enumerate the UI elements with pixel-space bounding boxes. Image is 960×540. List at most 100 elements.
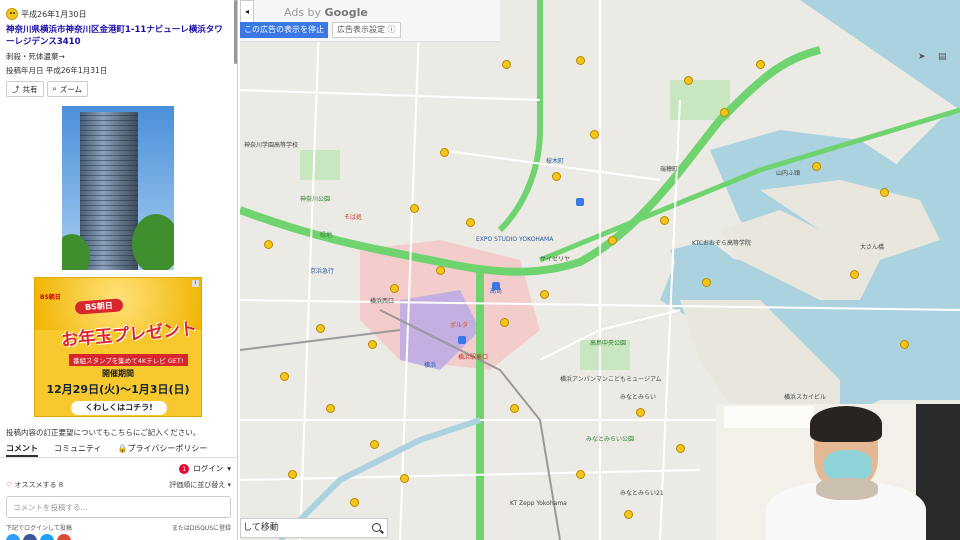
map-label-mizuho: 瑞穂町 [660, 166, 679, 173]
tab-community[interactable]: コミュニティ [54, 443, 102, 457]
incident-pin[interactable] [636, 408, 645, 417]
incident-pin[interactable] [288, 470, 297, 479]
map-label-yokohama: 横浜 [424, 362, 437, 369]
incident-pin[interactable] [264, 240, 273, 249]
incident-pin[interactable] [552, 172, 561, 181]
incident-pin[interactable] [590, 130, 599, 139]
disqus-icon[interactable] [6, 534, 20, 540]
incident-pin[interactable] [280, 372, 289, 381]
recommend-button[interactable]: ♡ オススメする 8 [6, 480, 63, 490]
incident-pin[interactable] [436, 266, 445, 275]
incident-pin[interactable] [400, 474, 409, 483]
incident-pin[interactable] [900, 340, 909, 349]
incident-pin[interactable] [756, 60, 765, 69]
map-label-zepp: KT Zepp Yokohama [510, 500, 567, 507]
map-label-porta: ポルタ [450, 322, 469, 329]
station-marker[interactable] [576, 198, 584, 206]
incident-pin[interactable] [350, 498, 359, 507]
advertisement-banner[interactable]: i BS朝日 BS朝日 お年玉プレゼント 番組スタンプを集めて4Kテレビ GET… [34, 277, 202, 417]
google-icon[interactable] [57, 534, 71, 540]
map-label-kanagawa-park: 神奈川公園 [300, 196, 331, 203]
incident-pin[interactable] [390, 284, 399, 293]
map-label-osanbashi: 大さん橋 [860, 244, 885, 251]
incident-detail-panel: 平成26年1月30日 神奈川県横浜市神奈川区金港町1-11ナビューレ横浜タワーレ… [0, 0, 238, 540]
ad-info-icon[interactable]: i [192, 280, 199, 287]
incident-pin[interactable] [368, 340, 377, 349]
map-label-keihin: 京浜急行 [310, 268, 335, 275]
incident-pin[interactable] [660, 216, 669, 225]
map-label-yokohama-west: 横浜西口 [370, 298, 395, 305]
incident-pin[interactable] [502, 60, 511, 69]
locate-icon[interactable]: ➤ [918, 52, 926, 62]
collapse-panel-button[interactable]: ◂ [240, 0, 254, 24]
recommend-count: 8 [58, 481, 64, 489]
incident-pin[interactable] [608, 236, 617, 245]
station-marker[interactable] [492, 282, 500, 290]
incident-pin[interactable] [720, 108, 729, 117]
facebook-icon[interactable] [23, 534, 37, 540]
tab-privacy-label: プライバシーポリシー [127, 444, 208, 453]
stop-ad-button[interactable]: この広告の表示を停止 [240, 22, 328, 38]
zoom-button[interactable]: ⌕ ズーム [46, 81, 88, 97]
incident-pin[interactable] [880, 188, 889, 197]
incident-pin[interactable] [500, 318, 509, 327]
twitter-icon[interactable] [40, 534, 54, 540]
incident-pin[interactable] [576, 470, 585, 479]
panel-scrollbar[interactable] [234, 0, 237, 64]
map-layers-icon[interactable]: ▤ [938, 52, 947, 62]
incident-pin[interactable] [702, 278, 711, 287]
lock-icon: 🔒 [117, 444, 128, 453]
building-photo [62, 106, 174, 270]
incident-pin[interactable] [540, 290, 549, 299]
incident-pin[interactable] [510, 404, 519, 413]
incident-date: 平成26年1月30日 [21, 9, 87, 19]
login-hint-right[interactable]: またはDISQUSに登録 [172, 523, 231, 532]
incident-pin[interactable] [684, 76, 693, 85]
sort-label: 評価順に並び替え [169, 481, 226, 489]
search-icon[interactable] [372, 523, 381, 532]
social-login-icons [6, 534, 71, 540]
tab-privacy[interactable]: 🔒プライバシーポリシー [118, 443, 208, 457]
map-label-green-park: 高島中央公園 [590, 340, 627, 347]
correction-notice: 投稿内容の訂正要望についてもこちらにご記入ください。 [6, 428, 201, 437]
incident-pin[interactable] [370, 440, 379, 449]
incident-pin[interactable] [410, 204, 419, 213]
map-label-mm21: みなとみらい21 [620, 490, 664, 497]
posted-date: 投稿年月日 平成26年1月31日 [6, 66, 108, 75]
chevron-down-icon: ▾ [227, 464, 231, 473]
incident-pin[interactable] [676, 444, 685, 453]
incident-pin[interactable] [326, 404, 335, 413]
ad-logo: BS朝日 [40, 294, 61, 301]
map-label-minatomirai: みなとみらい [620, 394, 657, 401]
tab-comments[interactable]: コメント [6, 443, 38, 457]
login-link[interactable]: ログイン [193, 463, 223, 474]
ads-by-label: Ads by [284, 6, 322, 19]
incident-category[interactable]: 刺殺・死体遺棄→ [0, 48, 237, 62]
ad-cta-button[interactable]: くわしくはコチラ! [71, 401, 167, 415]
map-search-bar[interactable]: して移動 [240, 518, 388, 538]
share-button[interactable]: ⤴ 共有 [6, 81, 44, 97]
incident-pin[interactable] [576, 56, 585, 65]
incident-pin[interactable] [850, 270, 859, 279]
incident-pin[interactable] [812, 162, 821, 171]
recommend-label: オススメする [14, 481, 57, 489]
map-label-kanagawa-gakuen: 神奈川学園高等学校 [244, 142, 299, 149]
ad-settings-button[interactable]: 広告表示設定 ⓘ [332, 22, 401, 38]
incident-pin[interactable] [440, 148, 449, 157]
notification-badge[interactable]: 1 [179, 463, 190, 474]
incident-pin[interactable] [466, 218, 475, 227]
sort-dropdown[interactable]: 評価順に並び替え ▾ [169, 480, 231, 490]
share-label: 共有 [22, 84, 38, 94]
comment-input[interactable]: コメントを投稿する... [6, 496, 231, 518]
google-label: Google [324, 6, 368, 19]
magnifier-icon: ⌕ [52, 84, 57, 93]
incident-pin[interactable] [624, 510, 633, 519]
presenter-scarf [816, 478, 878, 500]
share-icon: ⤴ [12, 84, 20, 94]
map-label-sakuragi: 桜木町 [546, 158, 565, 165]
ghost-icon [6, 8, 18, 20]
map-label-ryokuchi: 緑地 [320, 232, 333, 239]
map-label-yamanouchi: 山内ふ頭 [776, 170, 801, 177]
station-marker[interactable] [458, 336, 466, 344]
incident-pin[interactable] [316, 324, 325, 333]
